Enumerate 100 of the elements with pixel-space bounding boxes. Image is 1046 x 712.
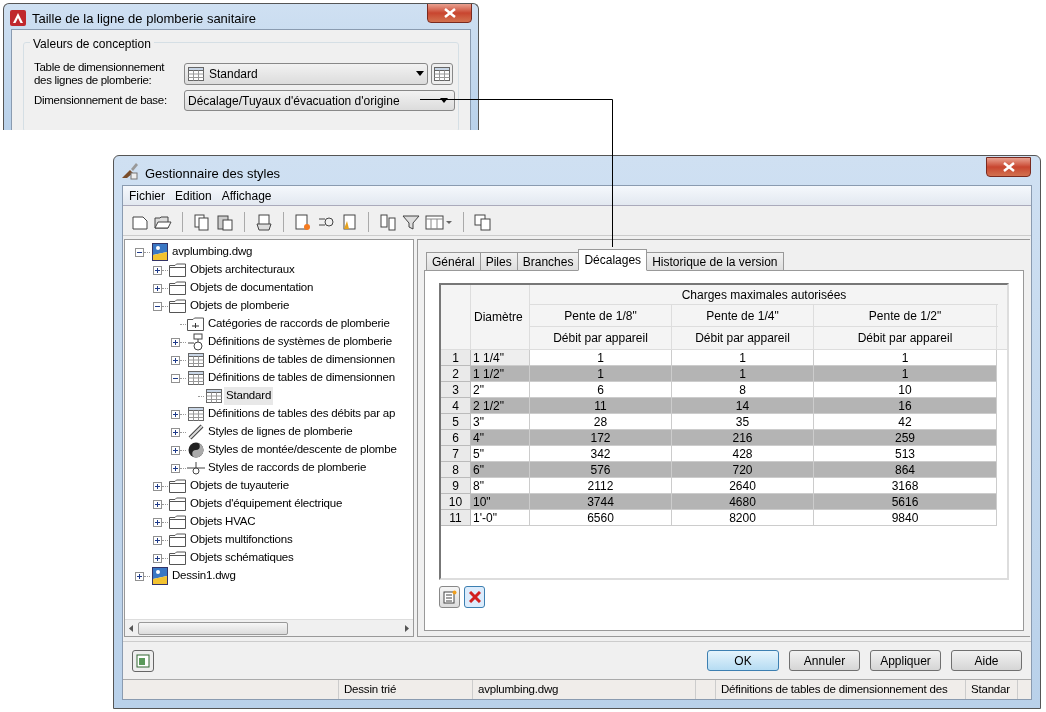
paste-icon[interactable] bbox=[216, 212, 234, 231]
folder-icon bbox=[169, 515, 186, 529]
status-text: Standar bbox=[971, 681, 1010, 697]
table-cell: 16 bbox=[814, 398, 997, 414]
expand-icon[interactable] bbox=[171, 445, 180, 455]
menu-item[interactable]: Edition bbox=[171, 186, 216, 205]
column-subheader: Débit par appareil bbox=[814, 327, 997, 349]
close-button[interactable] bbox=[986, 157, 1031, 177]
caret-icon bbox=[440, 98, 448, 103]
table-icon bbox=[187, 407, 204, 421]
compare-icon[interactable] bbox=[379, 212, 397, 231]
tree-item[interactable]: Objets de tuyauterie bbox=[188, 477, 291, 495]
folder-icon bbox=[169, 533, 186, 547]
caret-icon bbox=[416, 71, 424, 76]
table-cell: 2640 bbox=[672, 478, 814, 494]
edit-style-icon[interactable] bbox=[340, 212, 358, 231]
tab[interactable]: Décalages bbox=[578, 249, 648, 271]
copy-icon[interactable] bbox=[193, 212, 211, 231]
add-row-icon bbox=[442, 590, 457, 604]
table-cell: 5" bbox=[471, 446, 530, 462]
table-cell: 10 bbox=[814, 382, 997, 398]
menu-item[interactable]: Affichage bbox=[217, 186, 276, 205]
table-cell: 216 bbox=[672, 430, 814, 446]
expand-icon[interactable] bbox=[153, 535, 162, 545]
dialog-button[interactable]: Aide bbox=[951, 650, 1022, 671]
toggle-panel-button[interactable] bbox=[132, 649, 154, 672]
collapse-icon[interactable] bbox=[171, 373, 180, 383]
expand-icon[interactable] bbox=[171, 355, 180, 365]
expand-icon[interactable] bbox=[171, 409, 180, 419]
table-cell: 6 bbox=[530, 382, 672, 398]
table-cell: 11 bbox=[530, 398, 672, 414]
table-cell: 1 bbox=[814, 350, 997, 366]
horizontal-scrollbar[interactable] bbox=[125, 619, 413, 636]
table-cell: 513 bbox=[814, 446, 997, 462]
tree-item[interactable]: Objets schématiques bbox=[188, 549, 296, 567]
expand-icon[interactable] bbox=[153, 265, 162, 275]
tree-item[interactable]: avplumbing.dwg bbox=[170, 243, 255, 261]
tree-item[interactable]: Définitions de systèmes de plomberie bbox=[206, 333, 394, 351]
tree-item[interactable]: Styles de montée/descente de plombe bbox=[206, 441, 399, 459]
dialog-button[interactable]: Annuler bbox=[789, 650, 860, 671]
tree-item[interactable]: Objets architecturaux bbox=[188, 261, 297, 279]
purge-icon[interactable] bbox=[255, 212, 273, 231]
tree-item[interactable]: Objets de plomberie bbox=[188, 297, 292, 315]
add-row-button[interactable] bbox=[439, 586, 460, 608]
tab[interactable]: Général bbox=[426, 252, 481, 271]
menu-item[interactable]: Fichier bbox=[125, 186, 169, 205]
tree-item[interactable]: Styles de raccords de plomberie bbox=[206, 459, 369, 477]
dialog-button[interactable]: Appliquer bbox=[870, 650, 941, 671]
table-cell: 428 bbox=[672, 446, 814, 462]
row-number: 4 bbox=[441, 398, 471, 414]
view-dropdown-icon[interactable] bbox=[425, 212, 453, 231]
drawing-file-icon bbox=[151, 567, 168, 585]
tree-item[interactable]: Styles de lignes de plomberie bbox=[206, 423, 355, 441]
table-button[interactable] bbox=[431, 62, 453, 85]
filter-icon[interactable] bbox=[402, 212, 420, 231]
collapse-icon[interactable] bbox=[153, 301, 162, 311]
expand-icon[interactable] bbox=[171, 463, 180, 473]
field-label: Table de dimensionnement des lignes de plomberie: bbox=[34, 60, 166, 87]
scroll-left-icon[interactable] bbox=[129, 624, 133, 632]
base-dropdown[interactable]: Décalage/Tuyaux d'évacuation d'origine bbox=[184, 90, 455, 111]
tree-item[interactable]: Catégories de raccords de plomberie bbox=[206, 315, 392, 333]
expand-icon[interactable] bbox=[171, 427, 180, 437]
table-cell: 3744 bbox=[530, 494, 672, 510]
expand-icon[interactable] bbox=[153, 499, 162, 509]
tree-item[interactable]: Objets HVAC bbox=[188, 513, 258, 531]
folder-icon bbox=[169, 299, 186, 313]
tree-item[interactable]: Définitions de tables de dimensionnen bbox=[206, 369, 397, 387]
table-cell: 2 1/2" bbox=[471, 398, 530, 414]
collapse-icon[interactable] bbox=[135, 247, 144, 257]
tree-item[interactable]: Définitions de tables de dimensionnen bbox=[206, 351, 397, 369]
table-dropdown[interactable]: Standard bbox=[184, 62, 428, 85]
close-button[interactable] bbox=[427, 4, 472, 23]
expand-icon[interactable] bbox=[135, 571, 144, 581]
expand-icon[interactable] bbox=[153, 517, 162, 527]
dialog-button[interactable]: OK bbox=[707, 650, 779, 671]
tree-item[interactable]: Définitions de tables des débits par ap bbox=[206, 405, 398, 423]
table-cell: 4" bbox=[471, 430, 530, 446]
toggle-view-icon[interactable] bbox=[474, 212, 492, 231]
table-cell: 35 bbox=[672, 414, 814, 430]
expand-icon[interactable] bbox=[153, 481, 162, 491]
row-number: 6 bbox=[441, 430, 471, 446]
new-style-icon[interactable] bbox=[294, 212, 312, 231]
scroll-right-icon[interactable] bbox=[405, 624, 409, 632]
tree-item[interactable]: Objets d'équipement électrique bbox=[188, 495, 345, 513]
expand-icon[interactable] bbox=[153, 553, 162, 563]
expand-icon[interactable] bbox=[153, 283, 162, 293]
delete-row-button[interactable] bbox=[464, 586, 485, 608]
table-cell: 172 bbox=[530, 430, 672, 446]
pipe-icon bbox=[187, 424, 204, 440]
tree-item[interactable]: Objets multifonctions bbox=[188, 531, 295, 549]
table-cell: 2112 bbox=[530, 478, 672, 494]
tree-item[interactable]: Standard bbox=[224, 387, 274, 405]
tree-item[interactable]: Dessin1.dwg bbox=[170, 567, 238, 585]
expand-icon[interactable] bbox=[171, 337, 180, 347]
table-cell: 1 1/4" bbox=[471, 350, 530, 366]
tree-item[interactable]: Objets de documentation bbox=[188, 279, 316, 297]
row-number: 3 bbox=[441, 382, 471, 398]
table-cell: 8 bbox=[672, 382, 814, 398]
table-cell: 8200 bbox=[672, 510, 814, 526]
row-number: 7 bbox=[441, 446, 471, 462]
